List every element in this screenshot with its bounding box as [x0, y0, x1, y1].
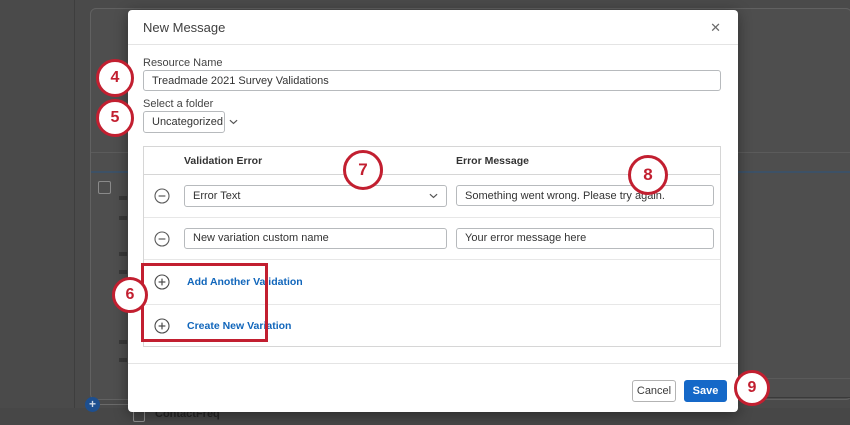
callout-6: 6: [112, 277, 148, 313]
column-header-error-message: Error Message: [456, 155, 529, 167]
resource-name-label: Resource Name: [143, 57, 222, 69]
callout-4: 4: [96, 59, 134, 97]
add-question-icon: +: [85, 397, 100, 412]
new-message-dialog: New Message ✕ Resource Name Select a fol…: [128, 10, 738, 412]
background-text-fragment: [119, 358, 127, 362]
error-message-input[interactable]: [456, 185, 714, 206]
background-checkbox: [98, 181, 111, 194]
remove-row-icon[interactable]: [154, 231, 170, 247]
background-connector-line: [99, 404, 129, 405]
chevron-down-icon: [229, 116, 238, 128]
callout-5: 5: [96, 99, 134, 137]
save-button[interactable]: Save: [684, 380, 727, 402]
dialog-header: New Message ✕: [128, 10, 738, 45]
folder-label: Select a folder: [143, 98, 213, 110]
dialog-title: New Message: [143, 20, 225, 35]
screen: + ContactFreq New Message ✕ Resource Nam…: [0, 0, 850, 425]
remove-row-icon[interactable]: [154, 188, 170, 204]
cancel-button[interactable]: Cancel: [632, 380, 676, 402]
callout-9: 9: [734, 370, 770, 406]
resource-name-input[interactable]: [143, 70, 721, 91]
error-message-input[interactable]: [456, 228, 714, 249]
background-text-fragment: [119, 196, 127, 200]
background-text-fragment: [119, 270, 127, 274]
background-text-fragment: [119, 252, 127, 256]
validation-error-select-value: Error Text: [193, 190, 240, 202]
close-icon[interactable]: ✕: [706, 18, 725, 38]
background-text-fragment: [119, 216, 127, 220]
dialog-footer: Cancel Save: [128, 363, 738, 412]
callout-7: 7: [343, 150, 383, 190]
validation-error-select[interactable]: Error Text: [184, 185, 447, 207]
column-header-validation-error: Validation Error: [184, 155, 262, 167]
folder-select-value: Uncategorized: [152, 116, 223, 128]
annotation-highlight-box: [141, 263, 268, 342]
variation-name-input[interactable]: [184, 228, 447, 249]
folder-select[interactable]: Uncategorized: [143, 111, 225, 133]
background-text-fragment: [119, 340, 127, 344]
background-divider: [74, 0, 75, 425]
callout-8: 8: [628, 155, 668, 195]
chevron-down-icon: [429, 190, 438, 202]
table-row: [144, 218, 720, 260]
